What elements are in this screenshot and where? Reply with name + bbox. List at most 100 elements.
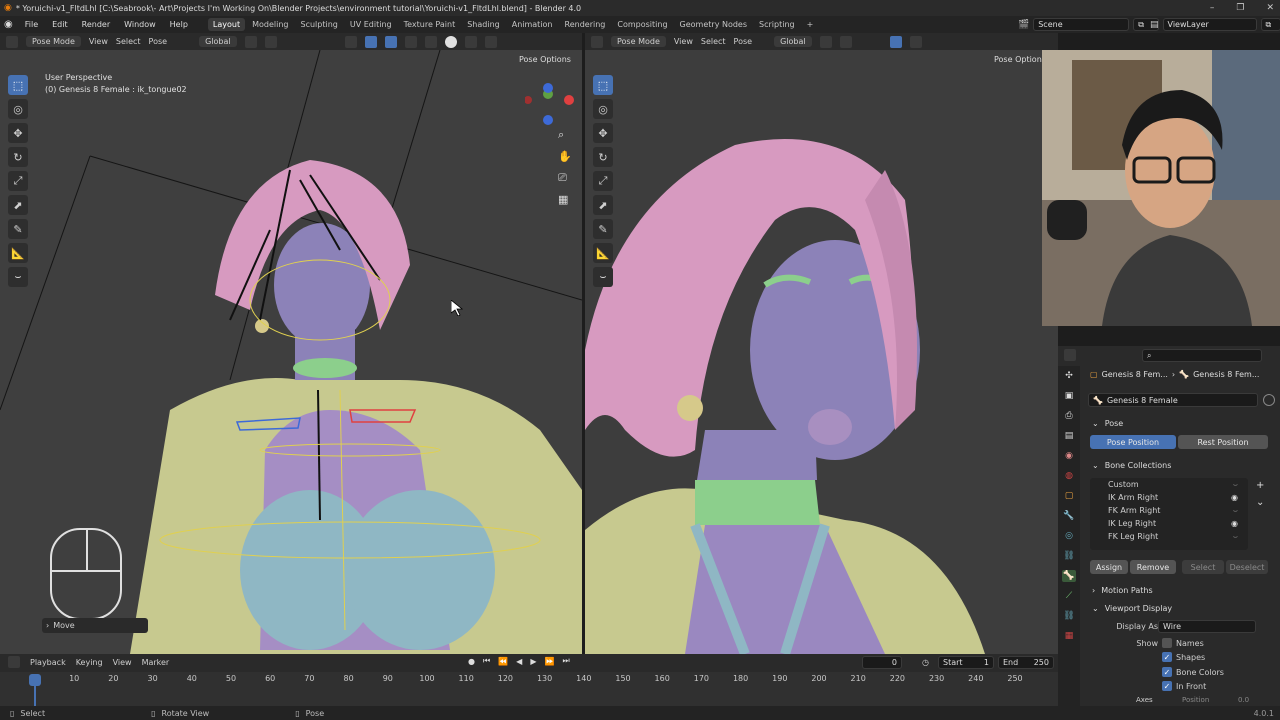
tab-geometry-nodes[interactable]: Geometry Nodes: [675, 18, 752, 31]
fake-user-shield-icon[interactable]: [1263, 394, 1275, 406]
left-navigation-gizmo[interactable]: [524, 80, 575, 130]
show-in-front-checkbox[interactable]: ✓ In Front: [1162, 681, 1206, 691]
close-button[interactable]: ✕: [1266, 3, 1274, 13]
select-box-tool[interactable]: ⬚: [8, 75, 28, 95]
right-pose-options[interactable]: Pose Options: [994, 55, 1046, 64]
right-rotate-tool[interactable]: ↻: [593, 147, 613, 167]
relax-pose-tool[interactable]: ⌣: [8, 267, 28, 287]
measure-tool[interactable]: 📐: [8, 243, 28, 263]
tab-sculpting[interactable]: Sculpting: [296, 18, 343, 31]
scale-tool[interactable]: ⤢: [8, 171, 28, 191]
constraints-tab-icon[interactable]: ⛓: [1062, 550, 1076, 562]
right-scale-tool[interactable]: ⤢: [593, 171, 613, 191]
pose-position-button[interactable]: Pose Position: [1090, 435, 1176, 449]
armature-data-field[interactable]: 🦴 Genesis 8 Female: [1088, 393, 1258, 407]
tab-texture-paint[interactable]: Texture Paint: [399, 18, 461, 31]
right-relax-pose-tool[interactable]: ⌣: [593, 267, 613, 287]
assign-button[interactable]: Assign: [1090, 560, 1128, 574]
hidden-eye-icon[interactable]: ⌣: [1233, 480, 1238, 490]
right-menu-pose[interactable]: Pose: [734, 37, 753, 46]
display-as-dropdown[interactable]: Wire: [1158, 620, 1256, 633]
scene-field[interactable]: Scene: [1033, 18, 1130, 31]
bone-collections-header[interactable]: ⌄ Bone Collections: [1058, 457, 1280, 473]
move-tool[interactable]: ✥: [8, 123, 28, 143]
viewport-display-header[interactable]: ⌄ Viewport Display: [1058, 600, 1280, 616]
texture-tab-icon[interactable]: ▦: [1062, 630, 1076, 642]
cursor-tool[interactable]: ◎: [8, 99, 28, 119]
menu-render[interactable]: Render: [80, 20, 112, 29]
tab-shading[interactable]: Shading: [462, 18, 505, 31]
left-snap-icon[interactable]: [264, 35, 277, 48]
list-item[interactable]: FK Leg Right ⌣: [1090, 530, 1248, 543]
left-orientation-dropdown[interactable]: Global: [199, 36, 237, 47]
tab-layout[interactable]: Layout: [207, 18, 246, 31]
left-menu-view[interactable]: View: [89, 37, 108, 46]
menu-window[interactable]: Window: [122, 20, 158, 29]
rest-position-button[interactable]: Rest Position: [1178, 435, 1268, 449]
modifiers-tab-icon[interactable]: 🔧: [1062, 510, 1076, 522]
left-viewport[interactable]: User Perspective (0) Genesis 8 Female : …: [0, 50, 582, 654]
left-overlay-icon[interactable]: [384, 35, 397, 48]
physics-tab-icon[interactable]: ◎: [1062, 530, 1076, 542]
position-value[interactable]: 0.0: [1238, 696, 1249, 704]
pose-panel-header[interactable]: ⌄ Pose: [1058, 415, 1280, 431]
viewlayer-new-button[interactable]: ⧉: [1260, 18, 1280, 31]
right-orientation-dropdown[interactable]: Global: [774, 36, 812, 47]
right-editor-type-icon[interactable]: [591, 35, 603, 48]
show-shapes-checkbox[interactable]: ✓ Shapes: [1162, 652, 1205, 662]
transform-tool[interactable]: ⬈: [8, 195, 28, 215]
motion-paths-header[interactable]: › Motion Paths: [1058, 582, 1280, 598]
right-pivot-icon[interactable]: [819, 35, 832, 48]
rotate-tool[interactable]: ↻: [8, 147, 28, 167]
blender-menu-icon[interactable]: ◉: [4, 19, 13, 30]
hidden-eye-icon[interactable]: ⌣: [1233, 506, 1238, 516]
menu-file[interactable]: File: [23, 20, 40, 29]
left-wireframe-shading-icon[interactable]: [424, 35, 437, 48]
eye-icon[interactable]: ◉: [1231, 493, 1238, 502]
right-select-box-tool[interactable]: ⬚: [593, 75, 613, 95]
right-annotate-tool[interactable]: ✎: [593, 219, 613, 239]
right-transform-tool[interactable]: ⬈: [593, 195, 613, 215]
breadcrumb-armature[interactable]: Genesis 8 Fem...: [1193, 370, 1259, 379]
left-menu-select[interactable]: Select: [116, 37, 141, 46]
menu-edit[interactable]: Edit: [50, 20, 70, 29]
deselect-button[interactable]: Deselect: [1226, 560, 1268, 574]
annotate-tool[interactable]: ✎: [8, 219, 28, 239]
left-material-shading-icon[interactable]: [464, 35, 477, 48]
tab-modeling[interactable]: Modeling: [247, 18, 293, 31]
left-mode-dropdown[interactable]: Pose Mode: [26, 36, 81, 47]
tab-scripting[interactable]: Scripting: [754, 18, 800, 31]
add-collection-icon[interactable]: +: [1256, 480, 1264, 491]
collection-menu-icon[interactable]: ⌄: [1256, 497, 1264, 508]
right-viewport[interactable]: Pose Options ⬚ ◎ ✥ ↻ ⤢ ⬈ ✎ 📐 ⌣: [585, 50, 1058, 654]
show-bone-colors-checkbox[interactable]: ✓ Bone Colors: [1162, 667, 1224, 677]
right-mode-dropdown[interactable]: Pose Mode: [611, 36, 666, 47]
right-menu-view[interactable]: View: [674, 37, 693, 46]
right-gizmo-icon[interactable]: [889, 35, 902, 48]
list-item[interactable]: IK Arm Right ◉: [1090, 491, 1248, 504]
tab-animation[interactable]: Animation: [507, 18, 558, 31]
left-gizmo-icon[interactable]: [364, 35, 377, 48]
camera-icon[interactable]: ⎚: [558, 171, 572, 185]
render-tab-icon[interactable]: ▣: [1062, 390, 1076, 402]
editor-type-icon[interactable]: [6, 35, 18, 48]
left-menu-pose[interactable]: Pose: [149, 37, 168, 46]
right-snap-icon[interactable]: [839, 35, 852, 48]
right-cursor-tool[interactable]: ◎: [593, 99, 613, 119]
list-item[interactable]: FK Arm Right ⌣: [1090, 504, 1248, 517]
left-pivot-icon[interactable]: [244, 35, 257, 48]
zoom-icon[interactable]: ⌕: [558, 128, 572, 142]
right-move-tool[interactable]: ✥: [593, 123, 613, 143]
left-xray-icon[interactable]: [404, 35, 417, 48]
list-item[interactable]: Custom ⌣: [1090, 478, 1248, 491]
tab-compositing[interactable]: Compositing: [612, 18, 672, 31]
left-solid-shading-icon[interactable]: [444, 35, 457, 48]
object-tab-icon[interactable]: ▢: [1062, 490, 1076, 502]
menu-help[interactable]: Help: [168, 20, 190, 29]
list-item[interactable]: IK Leg Right ◉: [1090, 517, 1248, 530]
right-measure-tool[interactable]: 📐: [593, 243, 613, 263]
grid-perspective-icon[interactable]: ▦: [558, 193, 572, 206]
add-workspace-button[interactable]: +: [802, 18, 819, 31]
right-overlay-icon[interactable]: [909, 35, 922, 48]
show-names-checkbox[interactable]: Names: [1162, 638, 1204, 648]
